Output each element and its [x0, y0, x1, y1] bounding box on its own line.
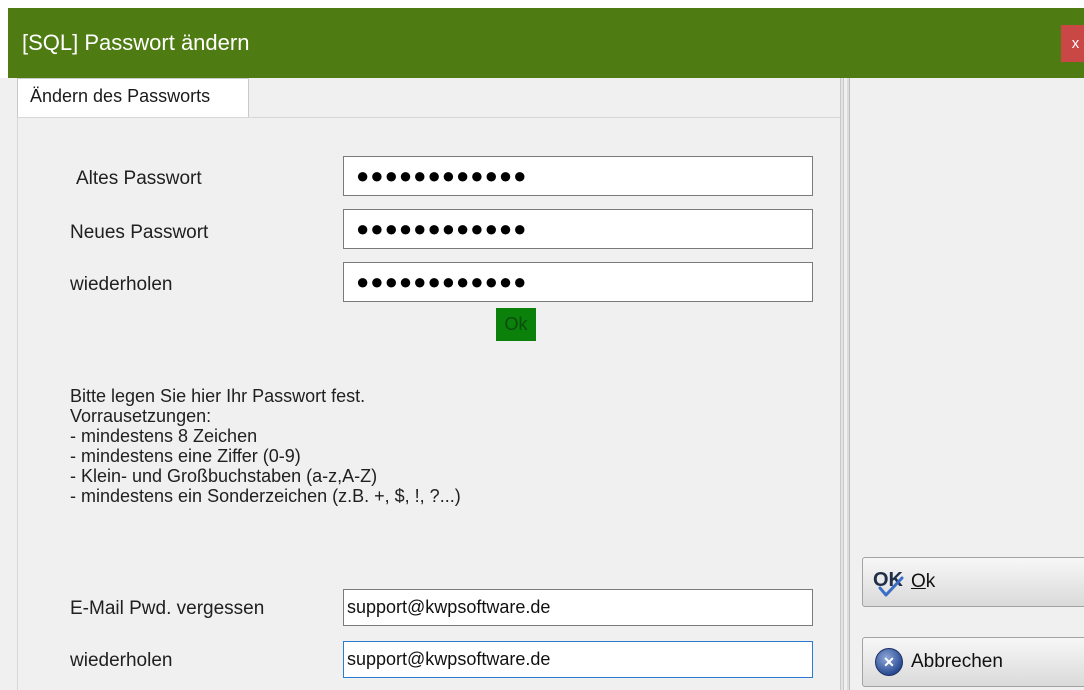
new-password-field[interactable]: ●●●●●●●●●●●●: [343, 209, 813, 249]
window-title: [SQL] Passwort ändern: [22, 30, 250, 55]
info-line: - Klein- und Großbuchstaben (a-z,A-Z): [70, 466, 378, 486]
ok-button-label: Ok: [911, 571, 936, 592]
info-line: Bitte legen Sie hier Ihr Passwort fest.: [70, 386, 366, 406]
titlebar: [SQL] Passwort ändern x: [0, 0, 1084, 78]
tab-change-password[interactable]: Ändern des Passworts: [17, 78, 249, 118]
cancel-x-icon: ✕: [875, 648, 903, 676]
info-line: - mindestens eine Ziffer (0-9): [70, 446, 301, 466]
cancel-button-label: Abbrechen: [911, 651, 1003, 672]
ok-check-icon: OK: [871, 564, 911, 600]
email-repeat-field[interactable]: support@kwpsoftware.de: [343, 641, 813, 678]
splitter-edge: [847, 78, 850, 690]
cancel-button[interactable]: ✕ Abbrechen: [862, 637, 1084, 687]
splitter[interactable]: [840, 78, 844, 690]
old-password-field[interactable]: ●●●●●●●●●●●●: [343, 156, 813, 196]
email-label: E-Mail Pwd. vergessen: [70, 598, 265, 619]
repeat-password-field[interactable]: ●●●●●●●●●●●●: [343, 262, 813, 302]
new-password-label: Neues Passwort: [70, 222, 209, 243]
email-repeat-label: wiederholen: [70, 650, 173, 671]
info-line: - mindestens 8 Zeichen: [70, 426, 258, 446]
info-line: Vorrausetzungen:: [70, 406, 212, 426]
close-button[interactable]: x: [1061, 25, 1084, 62]
ok-button[interactable]: OK Ok: [862, 557, 1084, 607]
old-password-label: Altes Passwort: [76, 168, 202, 189]
password-requirements: Bitte legen Sie hier Ihr Passwort fest. …: [70, 386, 770, 506]
info-line: - mindestens ein Sonderzeichen (z.B. +, …: [70, 486, 461, 506]
password-valid-indicator: Ok: [496, 308, 536, 341]
repeat-password-label: wiederholen: [70, 274, 173, 295]
email-field[interactable]: support@kwpsoftware.de: [343, 589, 813, 626]
